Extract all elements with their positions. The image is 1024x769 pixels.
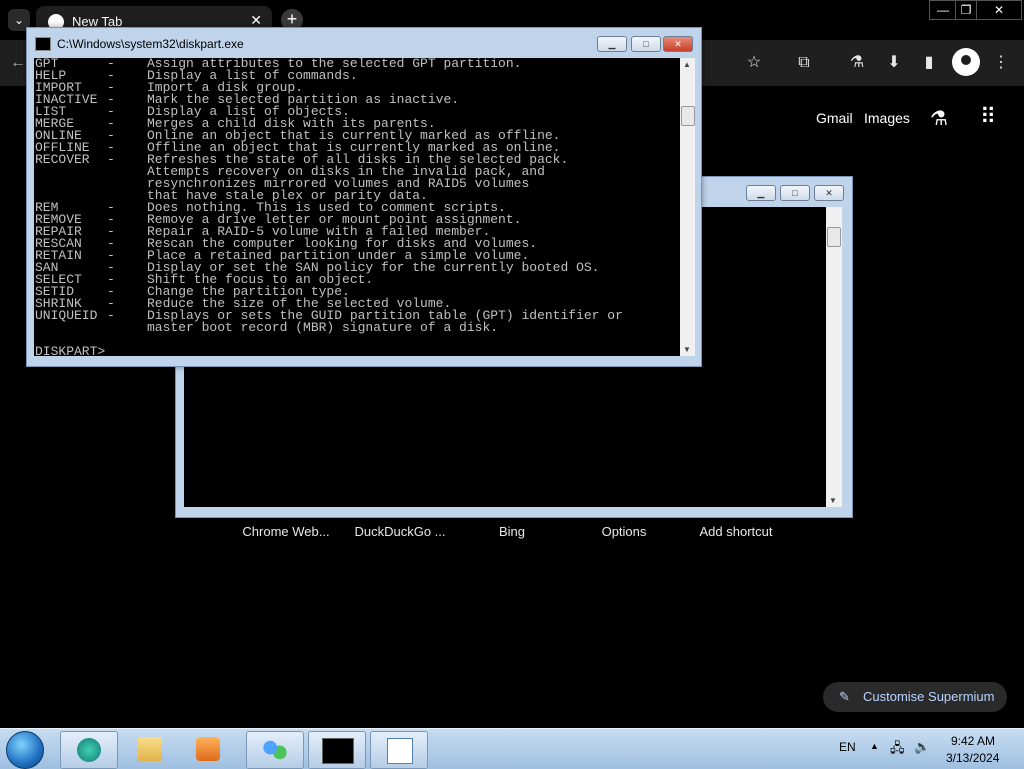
users-icon <box>263 738 287 762</box>
shortcut-options[interactable]: Options <box>569 524 679 539</box>
console-line: master boot record (MBR) signature of a … <box>35 320 623 335</box>
console-dash: - <box>107 152 115 167</box>
console-command: UNIQUEID <box>35 308 98 323</box>
browser-minimize-button[interactable]: — <box>929 0 957 20</box>
console-app-icon <box>35 37 51 51</box>
tray-expand-icon[interactable]: ▲ <box>870 741 879 751</box>
network-icon[interactable]: 🖧 <box>890 739 905 761</box>
diskpart-close-button[interactable]: ✕ <box>663 36 693 52</box>
customise-label: Customise Supermium <box>863 689 995 704</box>
bookmark-star-icon[interactable]: ☆ <box>743 52 765 74</box>
console-output: GPT - Assign attributes to the selected GP… <box>35 58 623 356</box>
console-line: HELP - Display a list of commands. <box>35 69 623 82</box>
media-player-icon <box>196 737 220 761</box>
console-command: RECOVER <box>35 152 90 167</box>
labs-flask-icon[interactable]: ⚗ <box>930 106 948 131</box>
diskpart-scrollbar[interactable]: ▲ ▼ <box>680 58 695 356</box>
menu-dots-icon[interactable]: ⋮ <box>990 52 1012 74</box>
volume-icon[interactable]: 🔈 <box>914 739 930 755</box>
taskbar-cmd-button[interactable] <box>308 731 366 769</box>
background-maximize-button[interactable]: □ <box>780 185 810 201</box>
diskpart-window-title: C:\Windows\system32\diskpart.exe <box>57 37 244 51</box>
diskpart-window: C:\Windows\system32\diskpart.exe ▁ □ ✕ G… <box>26 27 702 367</box>
console-command: DISKPART> <box>35 344 106 356</box>
gmail-link[interactable]: Gmail <box>816 110 853 126</box>
customise-button[interactable]: ✎ Customise Supermium <box>823 682 1007 712</box>
folder-icon <box>138 737 162 761</box>
labs-flask-icon[interactable]: ⚗ <box>846 52 868 74</box>
background-close-button[interactable]: ✕ <box>814 185 844 201</box>
diskpart-maximize-button[interactable]: □ <box>631 36 661 52</box>
browser-app-icon <box>77 738 101 762</box>
taskbar-explorer-button[interactable] <box>122 731 178 767</box>
taskbar-media-button[interactable] <box>180 731 236 767</box>
start-button[interactable] <box>6 731 44 769</box>
window-app-icon <box>387 738 413 764</box>
diskpart-minimize-button[interactable]: ▁ <box>597 36 627 52</box>
shortcut-add[interactable]: Add shortcut <box>681 524 791 539</box>
scroll-down-arrow-icon[interactable]: ▼ <box>683 345 691 354</box>
extensions-icon[interactable]: ⧉ <box>793 52 815 74</box>
cmd-icon <box>322 738 354 764</box>
background-scrollbar[interactable]: ▼ <box>826 207 842 507</box>
language-indicator[interactable]: EN <box>839 740 856 754</box>
diskpart-console-area[interactable]: GPT - Assign attributes to the selected GP… <box>34 58 680 356</box>
profile-avatar-icon[interactable] <box>952 48 980 76</box>
background-minimize-button[interactable]: ▁ <box>746 185 776 201</box>
background-scroll-thumb[interactable] <box>827 227 841 247</box>
browser-close-button[interactable]: ✕ <box>976 0 1022 20</box>
scroll-up-arrow-icon[interactable]: ▲ <box>683 60 691 69</box>
chevron-down-icon: ⌄ <box>13 13 25 27</box>
sidebar-icon[interactable]: ▮ <box>918 52 940 74</box>
taskbar-browser-button[interactable] <box>60 731 118 769</box>
clock-time[interactable]: 9:42 AM <box>951 734 995 748</box>
console-dash: - <box>107 308 115 323</box>
taskbar: EN ▲ 🖧 🔈 9:42 AM 3/13/2024 <box>0 728 1024 769</box>
console-line: DISKPART> <box>35 344 623 356</box>
clock-date[interactable]: 3/13/2024 <box>946 751 999 765</box>
apps-grid-icon[interactable]: ⠿ <box>980 104 996 130</box>
diskpart-scroll-thumb[interactable] <box>681 106 695 126</box>
shortcut-duckduckgo[interactable]: DuckDuckGo ... <box>345 524 455 539</box>
images-link[interactable]: Images <box>864 110 910 126</box>
scroll-down-arrow-icon[interactable]: ▼ <box>829 496 837 505</box>
console-description: master boot record (MBR) signature of a … <box>147 320 499 335</box>
download-icon[interactable]: ⬇ <box>883 52 905 74</box>
diskpart-titlebar[interactable]: C:\Windows\system32\diskpart.exe ▁ □ ✕ <box>27 28 701 58</box>
shortcut-chrome-web-store[interactable]: Chrome Web... <box>231 524 341 539</box>
shortcut-bing[interactable]: Bing <box>457 524 567 539</box>
pencil-icon: ✎ <box>839 689 850 704</box>
taskbar-window-button[interactable] <box>370 731 428 769</box>
back-arrow-icon[interactable]: ← <box>10 54 26 72</box>
taskbar-people-button[interactable] <box>246 731 304 769</box>
browser-restore-button[interactable]: ❐ <box>955 0 977 20</box>
